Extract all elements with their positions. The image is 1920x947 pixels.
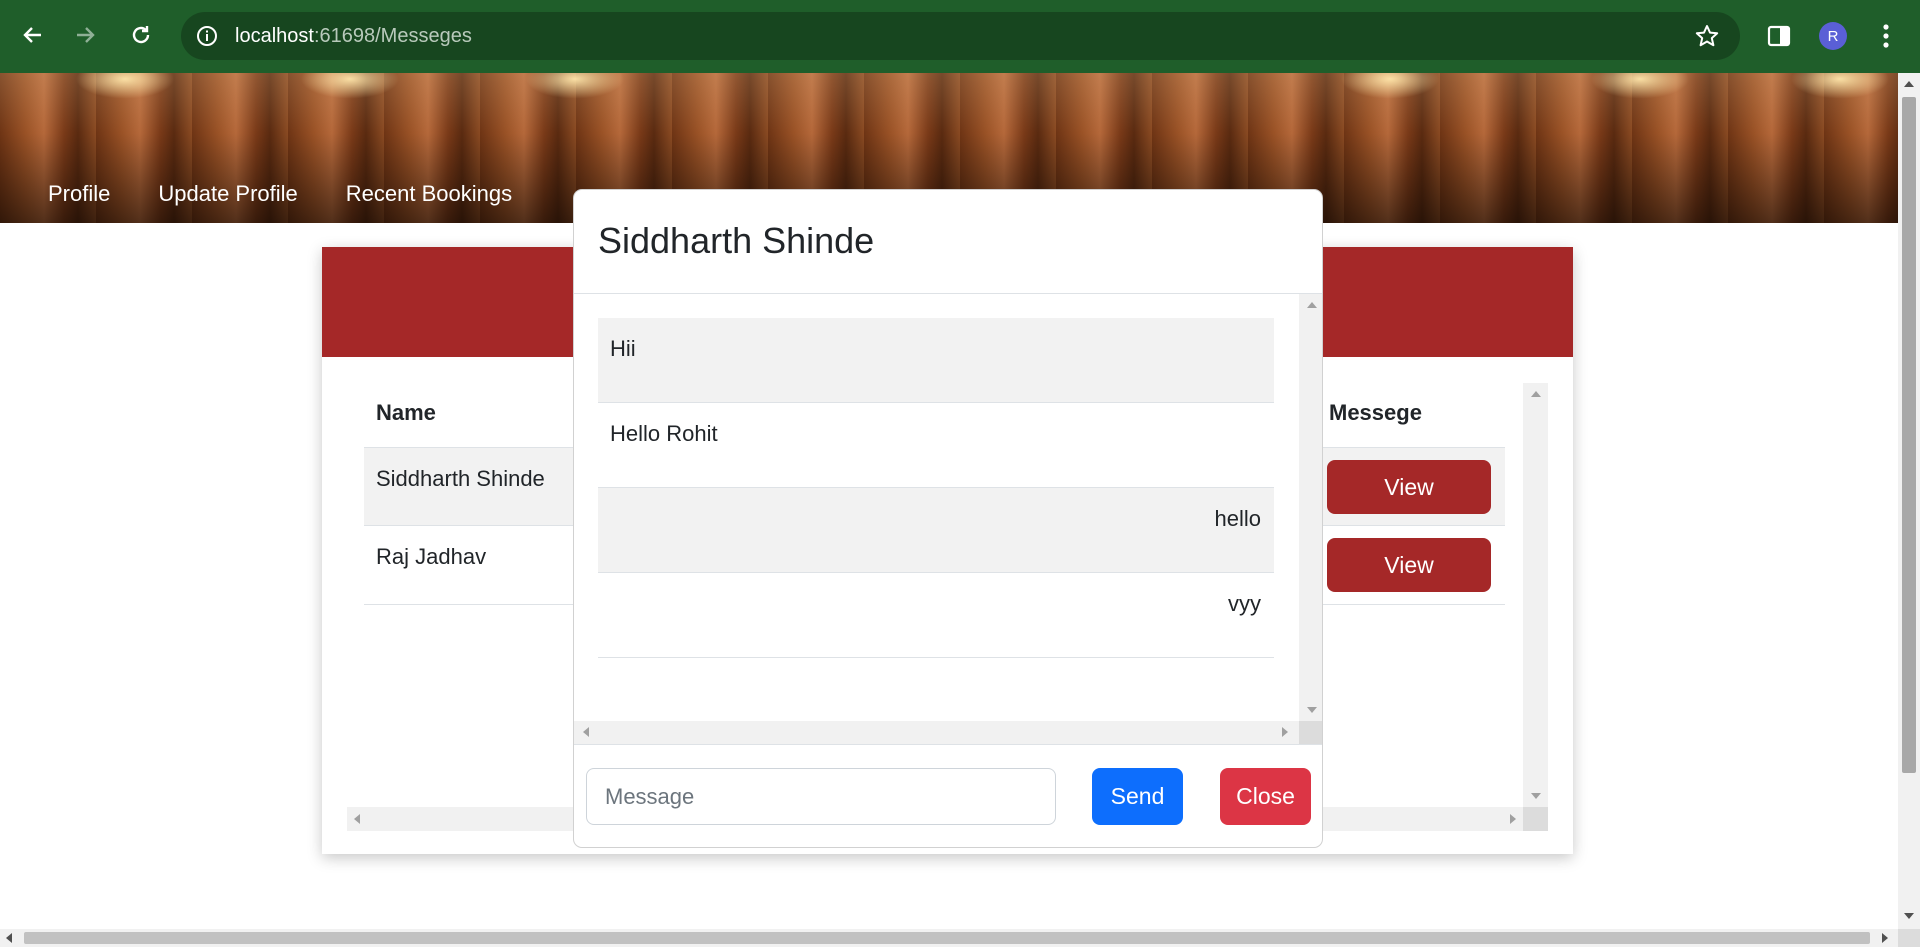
reload-icon[interactable] [124, 18, 158, 52]
message-item: Hello Rohit [598, 403, 1274, 488]
row-name: Siddharth Shinde [376, 466, 545, 491]
nav-item-profile[interactable]: Profile [48, 181, 110, 207]
send-button[interactable]: Send [1092, 768, 1183, 825]
forward-arrow-icon[interactable] [68, 18, 102, 52]
column-header-name: Name [376, 400, 436, 425]
message-text: hello [1214, 506, 1261, 531]
close-button[interactable]: Close [1220, 768, 1311, 825]
message-list-vertical-scrollbar[interactable] [1299, 294, 1322, 721]
scroll-down-icon[interactable] [1531, 793, 1541, 799]
back-arrow-icon[interactable] [16, 18, 50, 52]
view-button[interactable]: View [1327, 460, 1491, 514]
scroll-right-icon[interactable] [1282, 727, 1288, 737]
url-path: :61698/Messeges [313, 25, 472, 47]
message-text: vyy [1228, 591, 1261, 616]
side-panel-icon[interactable] [1763, 20, 1795, 52]
url-host: localhost [235, 25, 314, 47]
message-text: Hello Rohit [610, 421, 718, 446]
site-info-icon[interactable] [195, 24, 219, 48]
page-viewport: Profile Update Profile Recent Bookings N… [0, 73, 1898, 929]
message-list-horizontal-scrollbar[interactable] [574, 721, 1299, 744]
message-input[interactable] [586, 768, 1056, 825]
view-button[interactable]: View [1327, 538, 1491, 592]
browser-toolbar: localhost:61698/Messeges R [0, 0, 1920, 73]
scroll-up-icon[interactable] [1531, 391, 1541, 397]
scrollbar-corner [1523, 807, 1548, 831]
message-text: Hii [610, 336, 636, 361]
message-item: Hii [598, 318, 1274, 403]
scroll-down-icon[interactable] [1904, 913, 1914, 919]
page-horizontal-scroll-thumb[interactable] [24, 932, 1870, 944]
chat-modal: Siddharth Shinde Hii Hello Rohit hello v… [573, 189, 1323, 848]
profile-initial: R [1819, 22, 1847, 50]
scrollbar-corner [1898, 929, 1920, 947]
modal-title: Siddharth Shinde [598, 220, 875, 261]
url-text: localhost:61698/Messeges [235, 25, 472, 48]
scroll-up-icon[interactable] [1307, 302, 1317, 308]
nav-item-recent-bookings[interactable]: Recent Bookings [346, 181, 512, 207]
profile-avatar[interactable]: R [1817, 20, 1849, 52]
scroll-left-icon[interactable] [583, 727, 589, 737]
scroll-right-icon[interactable] [1510, 814, 1516, 824]
message-list: Hii Hello Rohit hello vyy [574, 294, 1322, 744]
scroll-left-icon[interactable] [354, 814, 360, 824]
scroll-down-icon[interactable] [1307, 707, 1317, 713]
page-horizontal-scrollbar[interactable] [0, 929, 1898, 947]
main-nav: Profile Update Profile Recent Bookings [48, 181, 512, 207]
nav-item-update-profile[interactable]: Update Profile [158, 181, 297, 207]
scroll-up-icon[interactable] [1904, 81, 1914, 87]
row-name: Raj Jadhav [376, 544, 487, 569]
scrollbar-corner [1299, 721, 1322, 744]
page-vertical-scrollbar[interactable] [1898, 73, 1920, 929]
address-bar[interactable]: localhost:61698/Messeges [181, 12, 1740, 60]
bookmark-star-icon[interactable] [1694, 23, 1720, 49]
column-header-message: Messege [1329, 400, 1422, 425]
page-vertical-scroll-thumb[interactable] [1902, 97, 1916, 773]
more-menu-icon[interactable] [1870, 20, 1902, 52]
modal-footer-divider [574, 744, 1322, 745]
message-item: vyy [598, 573, 1274, 658]
message-item: hello [598, 488, 1274, 573]
scroll-right-icon[interactable] [1882, 933, 1888, 943]
table-vertical-scrollbar[interactable] [1523, 383, 1548, 807]
scroll-left-icon[interactable] [6, 933, 12, 943]
